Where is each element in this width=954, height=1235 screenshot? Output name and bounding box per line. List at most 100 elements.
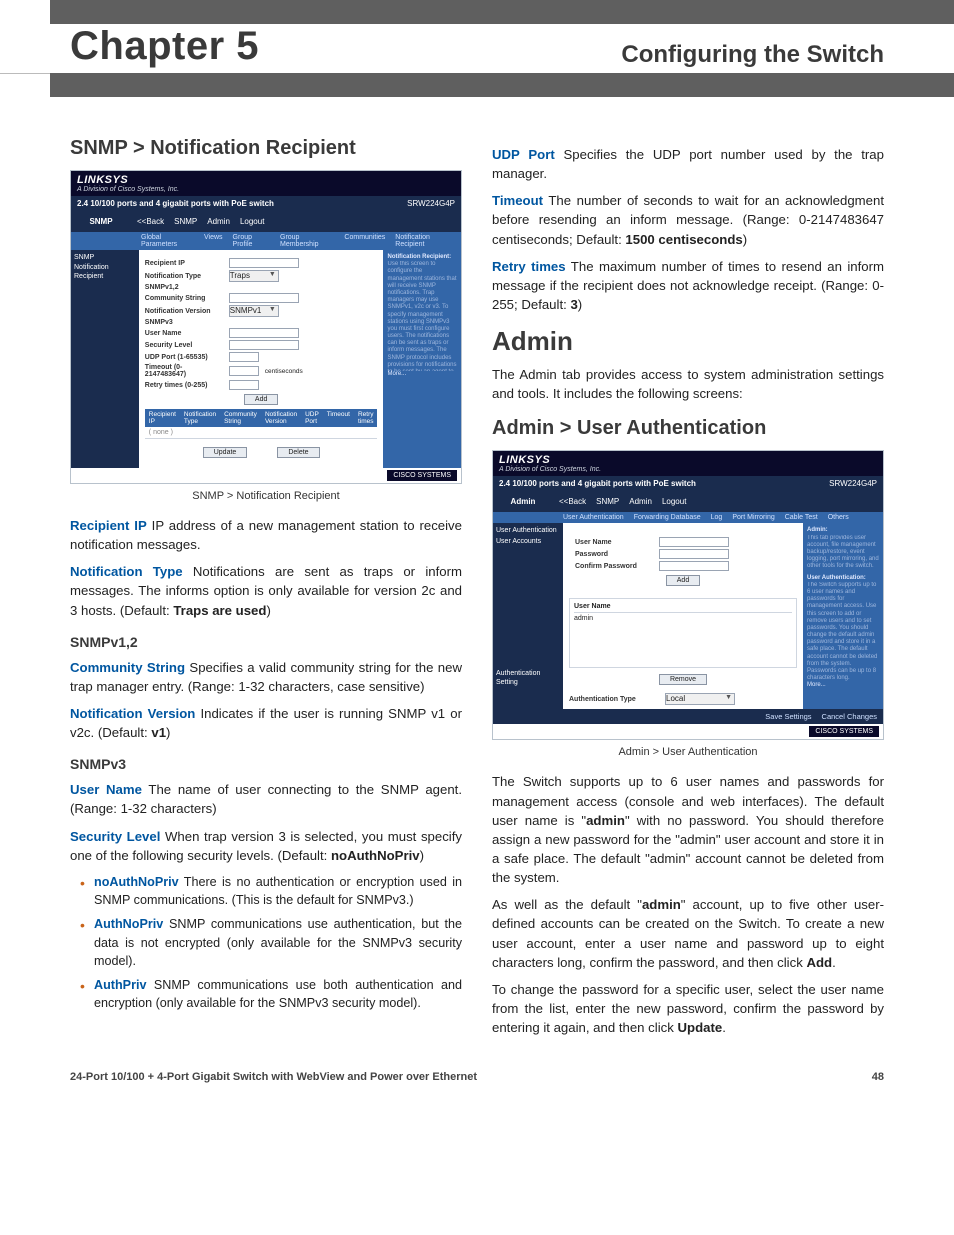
mock1-update-button[interactable]: Update [203,447,248,458]
mock2-subtab[interactable]: Cable Test [785,514,818,521]
mock2-lbl-user: User Name [575,539,653,546]
mock1-th: Notification Version [265,411,297,425]
mock1-tab-back[interactable]: <<Back [137,217,164,226]
txt-nver-end: ) [166,725,170,740]
mock1-lbl-user: User Name [145,330,223,337]
txt-retry-end: ) [578,297,582,312]
term-udp: UDP Port [492,147,555,162]
mock2-save-button[interactable]: Save Settings [765,712,811,721]
mock2-tab-logout[interactable]: Logout [662,497,686,506]
bold-admin2: admin [642,897,681,912]
mock2-inp-pass[interactable] [659,549,729,559]
bold-admin1: admin [586,813,625,828]
heading-snmpv12: SNMPv1,2 [70,634,462,650]
mock2-inp-confirm[interactable] [659,561,729,571]
mock1-sel-nver[interactable]: SNMPv1 [229,305,279,317]
bold-add: Add [806,955,832,970]
mock1-subtab[interactable]: Notification Recipient [395,234,455,248]
band2 [50,73,954,97]
mock2-subtab[interactable]: Forwarding Database [634,514,701,521]
mock2-cancel-button[interactable]: Cancel Changes [822,712,877,721]
right-column: UDP Port Specifies the UDP port number u… [492,137,884,1045]
mock2-lbl-confirm: Confirm Password [575,563,653,570]
mock1-th: Community String [224,411,257,425]
bold-noauth: noAuthNoPriv [331,848,420,863]
mock2-tab-snmp[interactable]: SNMP [596,497,619,506]
mock1-lbl-v12: SNMPv1,2 [145,284,223,291]
footer-product: 24-Port 10/100 + 4-Port Gigabit Switch w… [70,1071,477,1083]
txt-notif-type-end: ) [266,603,270,618]
mock2-list-header: User Name [574,603,792,613]
mock2-subtab[interactable]: Log [711,514,723,521]
mock1-inp-sec[interactable] [229,340,299,350]
mock2-leftnav-auth: Authentication Setting [496,670,560,687]
mock1-tab-logout[interactable]: Logout [240,217,264,226]
mock1-tab-admin[interactable]: Admin [207,217,230,226]
heading-snmp-recipient: SNMP > Notification Recipient [70,137,462,160]
term-user: User Name [70,782,142,797]
bullet-noauthnopriv: noAuthNoPriv There is no authentication … [80,873,462,910]
txt-timeout-end: ) [743,232,747,247]
mock1-help-more[interactable]: More... [387,371,457,378]
txt-switch2c: . [832,955,836,970]
mock2-logo: LINKSYSA Division of Cisco Systems, Inc. [493,451,883,476]
mock1-inp-recipient-ip[interactable] [229,258,299,268]
bullet-authpriv: AuthPriv SNMP communications use both au… [80,976,462,1013]
mock1-th: Retry times [358,411,374,425]
mock2-add-button[interactable]: Add [666,575,700,586]
mock2-list-item-admin[interactable]: admin [574,615,792,622]
mock1-inp-user[interactable] [229,328,299,338]
mock1-lbl-retry: Retry times (0-255) [145,382,223,389]
mock1-subtab[interactable]: Communities [344,234,385,248]
mock1-subtab[interactable]: Views [204,234,223,248]
mock2-subtab[interactable]: User Authentication [563,514,624,521]
mock1-subtab[interactable]: Group Profile [233,234,270,248]
mock2-lbl-authtype: Authentication Type [569,696,659,703]
mock1-inp-community[interactable] [229,293,299,303]
mock2-remove-button[interactable]: Remove [659,674,707,685]
mock1-lbl-community: Community String [145,295,223,302]
mock1-lbl-recipient-ip: Recipient IP [145,260,223,267]
bold-traps: Traps are used [173,603,266,618]
mock1-cisco-badge: CISCO SYSTEMS [387,470,457,481]
term-community: Community String [70,660,185,675]
mock2-leftnav: User Accounts [496,538,560,546]
mock1-subtab[interactable]: Group Membership [280,234,334,248]
mock1-add-button[interactable]: Add [244,394,278,405]
mock1-inp-udp[interactable] [229,352,259,362]
mock2-tab-admin[interactable]: Admin [629,497,652,506]
mock1-th: Notification Type [184,411,216,425]
title-row: Chapter 5 Configuring the Switch [0,24,954,74]
mock1-inp-retry[interactable] [229,380,259,390]
mock1-delete-button[interactable]: Delete [277,447,319,458]
heading-user-auth: Admin > User Authentication [492,417,884,440]
mock2-sel-authtype[interactable]: Local [665,693,735,705]
mock2-help-more[interactable]: More... [807,682,879,689]
bullet-authnopriv: AuthNoPriv SNMP communications use authe… [80,915,462,970]
mock1-help-title: Notification Recipient: [387,254,451,260]
mock1-subtab[interactable]: Global Parameters [141,234,194,248]
txt-sec-end: ) [420,848,424,863]
mock1-leftnav: SNMP [74,254,136,262]
mock1-th: UDP Port [305,411,319,425]
term-notif-type: Notification Type [70,564,183,579]
mock2-cisco-badge: CISCO SYSTEMS [809,726,879,737]
footer-page-number: 48 [872,1071,884,1083]
bold-v1: v1 [151,725,166,740]
mock2-tab-back[interactable]: <<Back [559,497,586,506]
mock1-sel-notif-type[interactable]: Traps [229,270,279,282]
mock2-help-title: Admin: [807,527,828,533]
term-timeout: Timeout [492,193,543,208]
term-nver: Notification Version [70,706,195,721]
mock2-leftnav: User Authentication [496,527,560,535]
mock2-inp-user[interactable] [659,537,729,547]
mock1-tab-snmp[interactable]: SNMP [174,217,197,226]
mock1-inp-timeout[interactable] [229,366,259,376]
mock2-subtab[interactable]: Others [828,514,849,521]
mock1-timeout-unit: centiseconds [265,368,303,375]
txt-admin-intro: The Admin tab provides access to system … [492,365,884,403]
mock2-subtab[interactable]: Port Mirroring [732,514,774,521]
mock2-top-desc: 2.4 10/100 ports and 4 gigabit ports wit… [499,479,696,488]
term-sec: Security Level [70,829,160,844]
top-band [50,0,954,24]
